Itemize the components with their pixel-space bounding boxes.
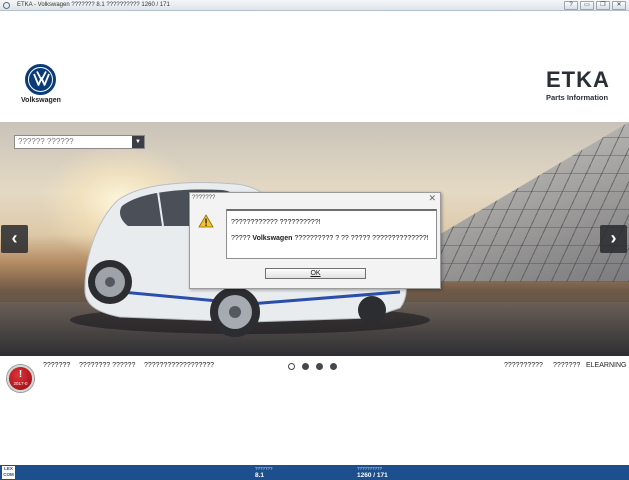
dialog-title: ??????? xyxy=(192,195,216,201)
alert-code: 2017-0 xyxy=(13,381,28,386)
footer-link-3[interactable]: ?????????????????? xyxy=(144,362,214,369)
close-window-button[interactable]: ✕ xyxy=(612,1,626,10)
footer-link-4[interactable]: ?????????? xyxy=(504,362,543,369)
footer-link-2[interactable]: ???????? ?????? xyxy=(79,362,135,369)
vw-logo-icon[interactable] xyxy=(25,64,56,95)
warning-icon xyxy=(198,214,214,228)
carousel-dot[interactable] xyxy=(330,363,337,370)
version-status: ??????? 8.1 xyxy=(255,466,273,479)
window-controls: ? ▭ ❐ ✕ xyxy=(564,1,626,10)
restore-button[interactable]: ❐ xyxy=(596,1,610,10)
carousel-dot[interactable] xyxy=(316,363,323,370)
carousel-dot[interactable] xyxy=(302,363,309,370)
carousel-next-button[interactable]: › xyxy=(600,225,627,253)
warning-dialog: ??????? ✕ ???????????? ??????????! ?????… xyxy=(189,192,441,289)
alert-icon: ! xyxy=(18,369,23,380)
app-icon xyxy=(3,2,10,9)
market-select-value: ?????? ?????? xyxy=(18,137,74,146)
chevron-down-icon[interactable]: ▼ xyxy=(132,136,144,148)
carousel-dot[interactable] xyxy=(288,363,295,370)
footer-link-1[interactable]: ??????? xyxy=(43,362,70,369)
chevron-right-icon: › xyxy=(610,228,617,248)
minimize-button[interactable]: ▭ xyxy=(580,1,594,10)
dialog-message-line1: ???????????? ??????????! xyxy=(231,219,321,226)
brand-name: Volkswagen xyxy=(21,97,61,104)
window-title: ETKA - Volkswagen ??????? 8.1 ??????????… xyxy=(17,2,170,8)
lexcom-logo: LEX COM xyxy=(2,466,15,479)
market-select[interactable]: ?????? ?????? ▼ xyxy=(14,135,145,149)
dialog-message-line2: ????? Volkswagen ?????????? ? ?? ????? ?… xyxy=(231,235,429,242)
status-bar: LEX COM ??????? 8.1 ?????????? 1260 / 17… xyxy=(0,465,629,480)
chevron-left-icon: ‹ xyxy=(11,228,18,248)
help-button[interactable]: ? xyxy=(564,1,578,10)
window-titlebar: ETKA - Volkswagen ??????? 8.1 ??????????… xyxy=(0,0,629,11)
alert-badge[interactable]: ! 2017-0 xyxy=(7,365,34,392)
dialog-close-button[interactable]: ✕ xyxy=(428,193,436,204)
etka-logo: ETKA xyxy=(546,67,610,92)
dialog-message-box: ???????????? ??????????! ????? Volkswage… xyxy=(226,209,437,259)
data-status: ?????????? 1260 / 171 xyxy=(357,466,388,479)
carousel-prev-button[interactable]: ‹ xyxy=(1,225,28,253)
etka-subtitle: Parts Information xyxy=(546,93,609,102)
ok-button[interactable]: OK xyxy=(265,268,366,279)
footer-link-5[interactable]: ??????? xyxy=(553,362,580,369)
elearning-link[interactable]: ELEARNING xyxy=(586,362,626,369)
carousel-indicators xyxy=(288,363,337,370)
